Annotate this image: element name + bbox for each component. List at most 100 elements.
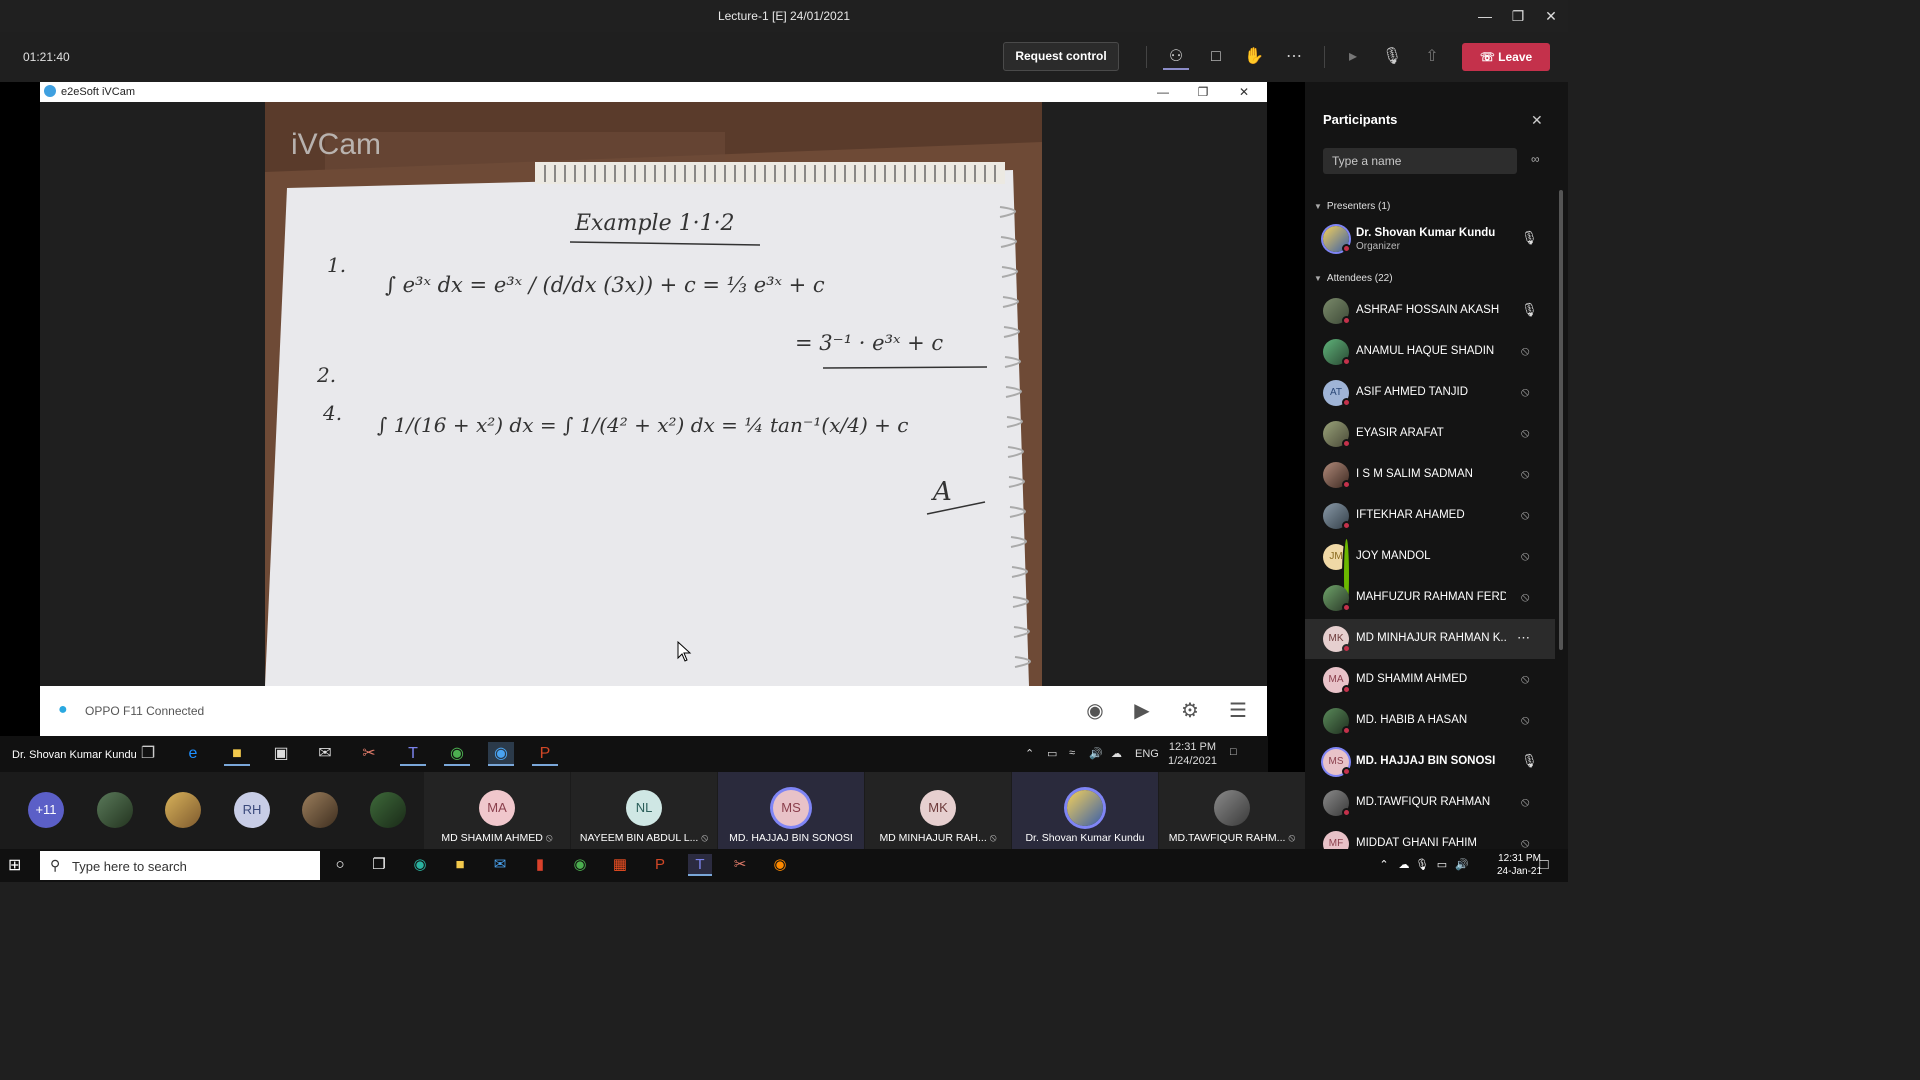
mic-muted-icon[interactable]: ⦸ [1521,671,1529,687]
share-invite-icon[interactable]: ∞ [1531,152,1540,166]
participant-name: JOY MANDOL [1356,550,1431,562]
gallery-tile-speaking[interactable]: MS MD. HAJJAJ BIN SONOSI [718,772,864,849]
gallery-tile[interactable]: MD.TAWFIQUR RAHM... ⦸ [1159,772,1305,849]
mic-muted-icon[interactable]: ⦸ [1521,466,1529,482]
participant-name: MD. HABIB A HASAN [1356,714,1468,726]
caret-down-icon: ▼ [1314,274,1322,283]
close-window-icon[interactable]: ✕ [1538,6,1564,26]
tile-avatar: MA [479,790,515,826]
participant-row[interactable]: I S M SALIM SADMAN ⦸ [1305,455,1555,495]
toolbar-divider [1324,46,1325,68]
participant-row[interactable]: MA MD SHAMIM AHMED ⦸ [1305,660,1555,700]
participant-row[interactable]: MF MIDDAT GHANI FAHIM ⦸ [1305,824,1555,849]
store-icon: ▣ [273,745,289,762]
settings-gear-icon[interactable]: ⚙ [1177,698,1203,724]
mic-muted-icon[interactable]: ⦸ [1521,384,1529,400]
chrome-icon[interactable]: ◉ [568,854,592,876]
ivcam-close-icon[interactable]: ✕ [1234,83,1254,101]
camera-off-icon[interactable]: ▸ [1340,44,1366,70]
microphone-icon[interactable]: 🎙 [1521,753,1538,769]
store-icon[interactable]: ▦ [608,854,632,876]
powerpoint-icon[interactable]: P [648,854,672,876]
gallery-tile[interactable]: MK MD MINHAJUR RAH... ⦸ [865,772,1011,849]
participant-row[interactable]: ASHRAF HOSSAIN AKASH 🎙 [1305,291,1555,331]
shared-date: 1/24/2021 [1168,755,1217,767]
ivcam-restore-icon[interactable]: ❐ [1193,83,1213,101]
task-view-icon[interactable]: ❐ [367,854,391,876]
mic-muted-icon[interactable]: ⦸ [1521,548,1529,564]
mic-muted-icon[interactable]: ⦸ [1521,835,1529,849]
participant-avatar[interactable] [302,792,338,828]
teams-icon[interactable]: T [688,854,712,876]
participant-row[interactable]: ANAMUL HAQUE SHADIN ⦸ [1305,332,1555,372]
participant-avatar[interactable] [165,792,201,828]
leave-button[interactable]: ☏ Leave [1462,43,1550,71]
action-center-icon[interactable]: □ [1532,854,1556,876]
microphone-icon[interactable]: 🎙 [1521,230,1538,246]
volume-icon[interactable]: 🔊 [1450,854,1474,876]
attendees-section[interactable]: ▼ Attendees (22) [1314,273,1393,284]
panel-title: Participants [1323,112,1398,127]
mic-muted-icon[interactable]: ⦸ [1521,794,1529,810]
mic-muted-icon[interactable]: ⦸ [1521,712,1529,728]
restore-icon[interactable]: ❐ [1505,6,1531,26]
panel-scrollbar[interactable] [1559,190,1563,650]
participant-row[interactable]: IFTEKHAR AHAMED ⦸ [1305,496,1555,536]
mic-muted-icon[interactable]: ⦸ [1521,507,1529,523]
mic-off-icon: ⦸ [701,832,709,844]
wifi-icon: ● [58,701,68,718]
participant-row[interactable]: MAHFUZUR RAHMAN FERDO... ⦸ [1305,578,1555,618]
participants-icon[interactable]: ⚇ [1163,44,1189,70]
mic-muted-icon[interactable]: ⦸ [1521,425,1529,441]
taskbar-search[interactable]: ⚲ Type here to search [40,851,320,880]
cortana-icon[interactable]: ○ [328,854,352,876]
microphone-icon[interactable]: 🎙 [1379,44,1405,70]
snapshot-camera-icon[interactable]: ◉ [1082,698,1108,724]
raise-hand-icon[interactable]: ✋ [1241,44,1267,70]
snip-tool-icon[interactable]: ✂ [728,854,752,876]
participant-avatar[interactable] [97,792,133,828]
office-icon[interactable]: ▮ [528,854,552,876]
mail-icon[interactable]: ✉ [488,854,512,876]
more-participants-badge[interactable]: +11 [28,792,64,828]
mic-muted-icon[interactable]: ⦸ [1521,589,1529,605]
status-dot [1342,808,1351,817]
file-explorer-icon[interactable]: ■ [448,854,472,876]
microphone-icon[interactable]: 🎙 [1521,302,1538,318]
gallery-tile[interactable]: MA MD SHAMIM AHMED ⦸ [424,772,570,849]
participant-avatar[interactable] [370,792,406,828]
ivcam-title: e2eSoft iVCam [61,86,135,98]
participant-row-hovered[interactable]: MK MD MINHAJUR RAHMAN K... ⋯ [1305,619,1555,659]
tile-name: NAYEEM BIN ABDUL L... ⦸ [571,832,717,845]
participant-row-presenter[interactable]: Dr. Shovan Kumar Kundu Organizer 🎙 [1305,219,1555,259]
share-screen-icon[interactable]: ⇧ [1419,44,1445,70]
record-video-icon[interactable]: ▶ [1129,698,1155,724]
participant-row[interactable]: MD.TAWFIQUR RAHMAN ⦸ [1305,783,1555,823]
edge-legacy-icon: e [188,745,198,762]
participant-search-input[interactable] [1323,148,1517,174]
more-options-icon[interactable]: ⋯ [1517,630,1530,646]
participant-avatar-rh[interactable]: RH [234,792,270,828]
presenters-section[interactable]: ▼ Presenters (1) [1314,201,1390,212]
gallery-tile-presenter[interactable]: Dr. Shovan Kumar Kundu [1012,772,1158,849]
minimize-icon[interactable]: — [1472,6,1498,26]
participant-row[interactable]: MS MD. HAJJAJ BIN SONOSI 🎙 [1305,742,1555,782]
edge-icon[interactable]: ◉ [408,854,432,876]
participant-name: EYASIR ARAFAT [1356,427,1444,439]
participant-row[interactable]: JM JOY MANDOL ⦸ [1305,537,1555,614]
gallery-tile[interactable]: NL NAYEEM BIN ABDUL L... ⦸ [571,772,717,849]
firefox-icon[interactable]: ◉ [768,854,792,876]
status-dot [1342,521,1351,530]
participant-row[interactable]: MD. HABIB A HASAN ⦸ [1305,701,1555,741]
chat-icon[interactable]: □ [1203,44,1229,70]
request-control-button[interactable]: Request control [1003,42,1119,71]
menu-hamburger-icon[interactable]: ☰ [1225,698,1251,724]
close-panel-icon[interactable]: ✕ [1531,112,1543,129]
participant-row[interactable]: AT ASIF AHMED TANJID ⦸ [1305,373,1555,413]
mic-muted-icon[interactable]: ⦸ [1521,343,1529,359]
participant-row[interactable]: EYASIR ARAFAT ⦸ [1305,414,1555,454]
more-options-icon[interactable]: ⋯ [1281,44,1307,70]
tile-name: MD SHAMIM AHMED ⦸ [424,832,570,845]
windows-start-icon[interactable]: ⊞ [8,855,21,875]
ivcam-minimize-icon[interactable]: — [1153,83,1173,101]
